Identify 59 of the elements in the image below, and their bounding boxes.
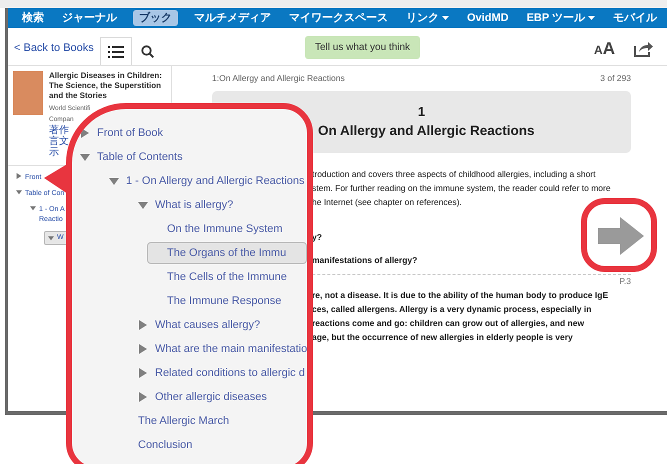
toc-item[interactable]: Conclusion — [138, 436, 192, 454]
font-size-button[interactable]: AA — [594, 40, 615, 58]
nav-item[interactable]: マイワークスペース — [287, 10, 390, 26]
next-page-arrow-icon[interactable] — [598, 217, 644, 255]
toc-item[interactable]: On the Immune System — [167, 220, 283, 238]
text-line: age, but the occurrence of new allergies in elderly people is very — [312, 331, 574, 344]
page-label: P.3 — [619, 275, 631, 288]
toc-item[interactable]: Other allergic diseases — [138, 388, 267, 406]
toc-item[interactable]: 1 - On Allergy and Allergic Reactions — [109, 172, 305, 190]
nav-item[interactable]: ジャーナル — [60, 10, 119, 26]
toc-item[interactable]: What causes allergy? — [138, 316, 260, 334]
toc-item[interactable]: The Immune Response — [167, 292, 282, 310]
caret-down-icon[interactable] — [109, 176, 119, 186]
text-line: troduction and covers three aspects of childhood allergies, including a short — [312, 168, 597, 181]
text-line: reactions come and go: children can grow out of allergies, and new — [312, 317, 586, 330]
toc-item[interactable]: Related conditions to allergic d — [138, 364, 305, 382]
caret-right-icon[interactable] — [138, 368, 148, 378]
caret-down-icon[interactable] — [30, 205, 36, 211]
contents-tab[interactable] — [100, 37, 132, 65]
list-icon — [108, 46, 124, 58]
toc-item[interactable]: The Cells of the Immune — [167, 268, 287, 286]
toc-item[interactable]: What is allergy? — [138, 196, 234, 214]
back-link[interactable]: < Back to Books — [14, 40, 94, 56]
page-count: 3 of 293 — [600, 72, 631, 85]
nav-item[interactable]: リンク — [404, 10, 451, 26]
caret-right-icon[interactable] — [138, 344, 148, 354]
caret-right-icon[interactable] — [16, 173, 22, 179]
text-line: ces, called allergens. Allergy is a very dynamic process, especially in — [312, 303, 592, 316]
caret-right-icon[interactable] — [80, 128, 90, 138]
caret-down-icon[interactable] — [80, 152, 90, 162]
toc-item[interactable]: The Organs of the Immu — [147, 242, 307, 264]
toc-item[interactable]: Front of Book — [80, 124, 164, 142]
search-icon — [141, 44, 154, 58]
share-icon[interactable] — [633, 41, 653, 57]
nav-item[interactable]: OvidMD — [465, 10, 511, 26]
toc-item[interactable]: Table of Contents — [80, 148, 183, 166]
caret-down-icon[interactable] — [48, 235, 54, 241]
breadcrumb: 1:On Allergy and Allergic Reactions — [212, 72, 345, 85]
toc-item[interactable]: The Allergic March — [138, 412, 230, 430]
nav-item[interactable]: ブック — [133, 10, 178, 26]
book-link[interactable]: 示 — [49, 147, 59, 158]
question-heading: manifestations of allergy? — [312, 254, 418, 266]
book-link[interactable]: 言文 — [49, 136, 69, 147]
nav-item[interactable]: マルチメディア — [192, 10, 273, 26]
caret-right-icon[interactable] — [138, 392, 148, 402]
book-cover-photo-placeholder — [13, 71, 43, 115]
nav-item[interactable]: モバイル — [611, 10, 660, 26]
chapter-number: 1 — [416, 102, 426, 121]
nav-item[interactable]: EBP ツール — [524, 10, 598, 26]
chapter-title: On Allergy and Allergic Reactions — [317, 122, 536, 140]
text-line: stem. For further reading on the immune system, the reader could refer to more — [312, 182, 612, 195]
caret-down-icon[interactable] — [138, 200, 148, 210]
toc-item[interactable]: What are the main manifestatio — [138, 340, 307, 358]
book-title: Allergic Diseases in Children: The Science, the Superstition and the Stories — [49, 71, 163, 101]
caret-down-icon[interactable] — [16, 189, 22, 195]
feedback-button[interactable]: Tell us what you think — [305, 36, 420, 59]
nav-item[interactable]: 検索 — [20, 10, 46, 26]
book-link[interactable]: 著作 — [49, 125, 69, 136]
caret-right-icon[interactable] — [138, 320, 148, 330]
